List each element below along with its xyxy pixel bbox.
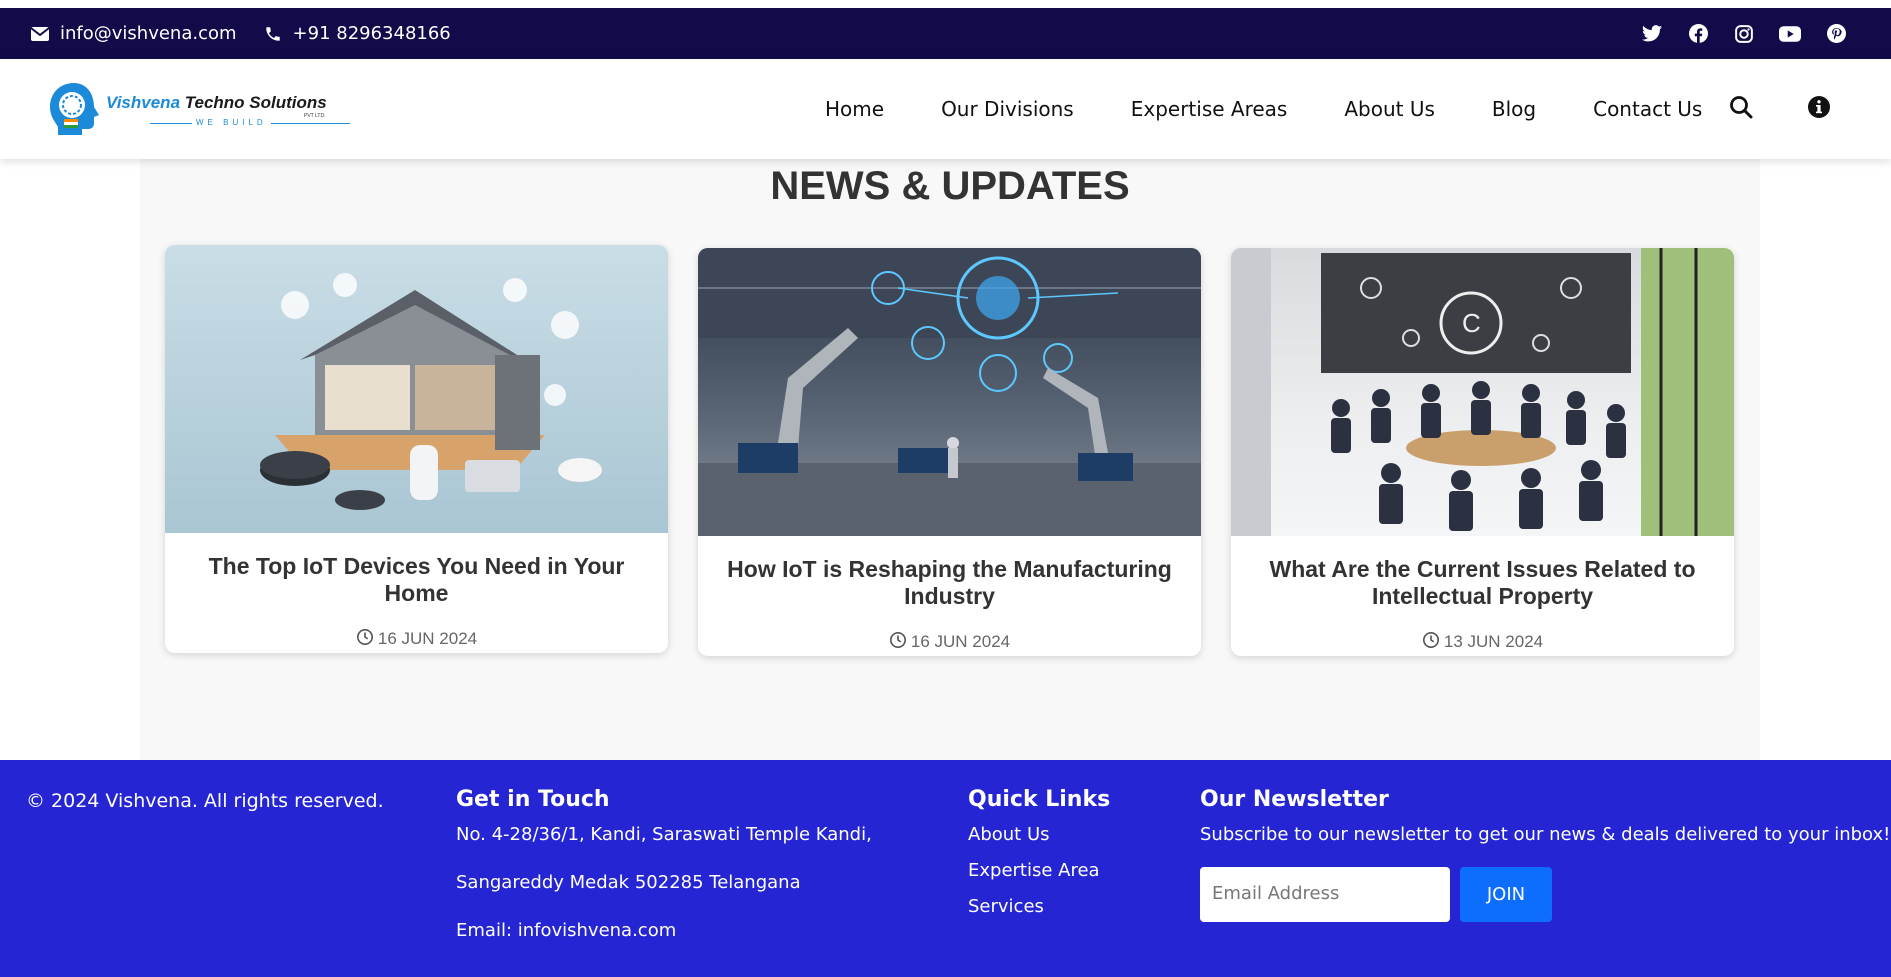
instagram-icon[interactable]	[1721, 24, 1767, 43]
youtube-icon[interactable]	[1767, 25, 1813, 42]
social-links	[1629, 8, 1859, 59]
news-card[interactable]: How IoT is Reshaping the Manufacturing I…	[698, 248, 1201, 656]
contact-info: info@vishvena.com +91 8296348166	[30, 23, 477, 44]
news-card[interactable]: The Top IoT Devices You Need in Your Hom…	[165, 245, 668, 653]
newsletter-text: Subscribe to our newsletter to get our n…	[1200, 824, 1891, 845]
get-in-touch-heading: Get in Touch	[456, 787, 610, 812]
logo-tagline: WE BUILD	[192, 118, 271, 127]
info-icon[interactable]	[1807, 95, 1831, 124]
clock-icon	[1422, 631, 1440, 654]
top-bar: info@vishvena.com +91 8296348166	[0, 8, 1891, 59]
phone-icon	[263, 24, 283, 44]
newsletter-email-input[interactable]: Email Address	[1200, 867, 1450, 922]
get-in-touch: Get in Touch No. 4-28/36/1, Kandi, Saras…	[456, 787, 872, 968]
main-nav: Home Our Divisions Expertise Areas About…	[825, 59, 1759, 159]
quick-links-heading: Quick Links	[968, 787, 1111, 812]
pinterest-icon[interactable]	[1813, 24, 1859, 43]
card-date: 13 JUN 2024	[1231, 628, 1734, 656]
logo-brand-name: Vishvena Techno Solutions	[106, 93, 327, 113]
join-button[interactable]: JOIN	[1460, 867, 1552, 922]
card-date-text: 16 JUN 2024	[377, 629, 478, 648]
card-date-text: 16 JUN 2024	[910, 632, 1011, 651]
svg-text:C: C	[1462, 308, 1481, 338]
news-card[interactable]: C What Are the Current Issues Related to…	[1231, 248, 1734, 656]
main-navbar: Vishvena Techno Solutions PVT LTD. WE BU…	[0, 59, 1891, 159]
logo-suffix: PVT LTD.	[304, 113, 326, 119]
address-line-1: No. 4-28/36/1, Kandi, Saraswati Temple K…	[456, 824, 872, 845]
site-footer: © 2024 Vishvena. All rights reserved. Ge…	[0, 760, 1891, 977]
card-date: 16 JUN 2024	[698, 628, 1201, 656]
logo-name-part1: Vishvena	[106, 93, 181, 112]
logo-head-icon	[50, 83, 99, 135]
nav-home[interactable]: Home	[825, 97, 884, 121]
facebook-icon[interactable]	[1675, 24, 1721, 43]
card-date: 16 JUN 2024	[165, 625, 668, 653]
meeting-image: C	[1231, 248, 1734, 536]
section-title: NEWS & UPDATES	[770, 164, 1130, 208]
copyright: © 2024 Vishvena. All rights reserved.	[26, 790, 384, 812]
quick-link-expertise-area[interactable]: Expertise Area	[968, 860, 1110, 881]
envelope-icon	[30, 24, 50, 44]
card-date-text: 13 JUN 2024	[1443, 632, 1544, 651]
contact-email[interactable]: info@vishvena.com	[60, 23, 237, 44]
nav-about-us[interactable]: About Us	[1344, 97, 1435, 121]
quick-link-services[interactable]: Services	[968, 896, 1110, 917]
contact-phone[interactable]: +91 8296348166	[293, 23, 451, 44]
nav-our-divisions[interactable]: Our Divisions	[941, 97, 1074, 121]
address-line-2: Sangareddy Medak 502285 Telangana	[456, 872, 801, 893]
nav-contact-us[interactable]: Contact Us	[1593, 97, 1702, 121]
newsletter: Our Newsletter Subscribe to our newslett…	[1200, 787, 1890, 922]
logo-name-part2: Techno Solutions	[180, 93, 327, 112]
card-title[interactable]: The Top IoT Devices You Need in Your Hom…	[165, 533, 668, 609]
quick-links: Quick Links About Us Expertise Area Serv…	[968, 787, 1110, 932]
clock-icon	[889, 631, 907, 654]
card-title[interactable]: What Are the Current Issues Related to I…	[1231, 536, 1734, 612]
company-logo[interactable]: Vishvena Techno Solutions PVT LTD. WE BU…	[42, 79, 352, 139]
newsletter-heading: Our Newsletter	[1200, 787, 1389, 812]
news-section: NEWS & UPDATES The Top IoT Devices You N…	[140, 159, 1760, 760]
quick-link-about-us[interactable]: About Us	[968, 824, 1110, 845]
factory-image	[698, 248, 1201, 536]
nav-expertise-areas[interactable]: Expertise Areas	[1131, 97, 1288, 121]
twitter-icon[interactable]	[1629, 25, 1675, 42]
clock-icon	[356, 628, 374, 651]
nav-blog[interactable]: Blog	[1492, 97, 1536, 121]
card-title[interactable]: How IoT is Reshaping the Manufacturing I…	[698, 536, 1201, 612]
footer-email[interactable]: Email: infovishvena.com	[456, 920, 872, 941]
nav-icons	[1729, 59, 1831, 159]
search-icon[interactable]	[1729, 95, 1753, 124]
smart-home-image	[165, 245, 668, 533]
